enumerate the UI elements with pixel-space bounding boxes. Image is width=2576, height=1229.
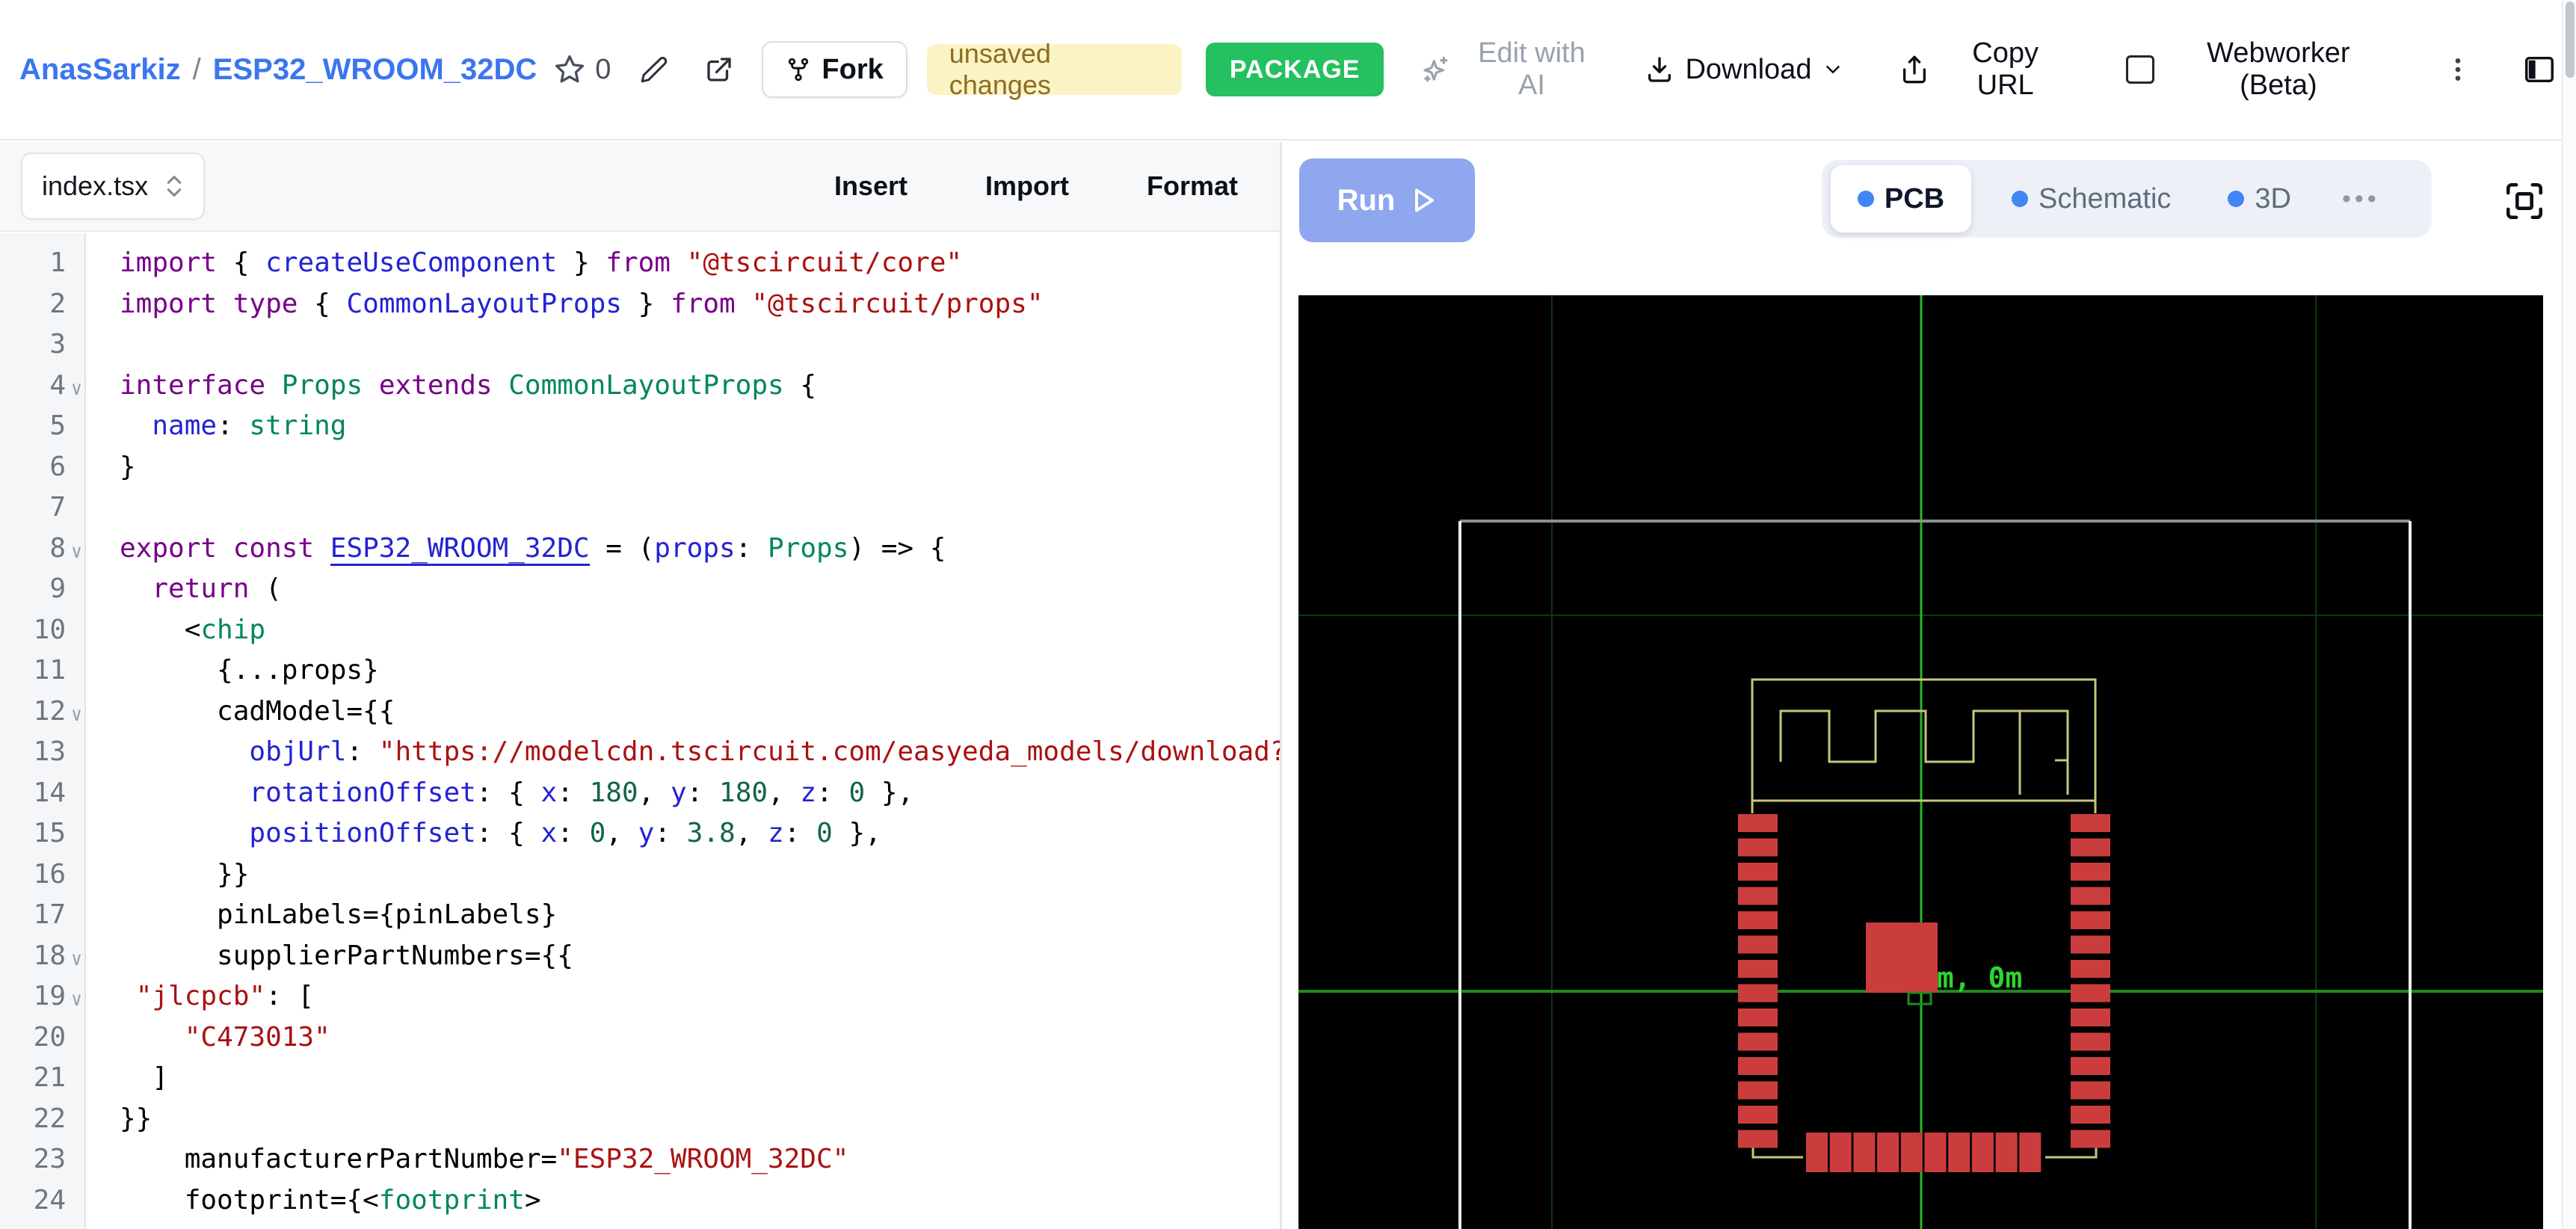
panel-layout-icon (2522, 52, 2557, 87)
star-count: 0 (595, 54, 611, 86)
code-line[interactable]: 12∨ cadModel={{ (0, 691, 1280, 733)
pcb-status-dot-icon (1858, 191, 1874, 207)
pencil-icon (639, 55, 669, 84)
fork-button-label: Fork (822, 54, 883, 86)
menu-insert[interactable]: Insert (830, 170, 912, 203)
editor-toolbar: index.tsx Insert Import Format (0, 142, 1280, 232)
copy-url-button[interactable]: Copy URL (1895, 37, 2074, 102)
edit-with-ai-label: Edit with AI (1461, 37, 1601, 102)
preview-panel: Run PCB Schematic 3D ••• (1282, 142, 2562, 1229)
more-tabs-button[interactable]: ••• (2338, 184, 2385, 215)
share-icon (1899, 55, 1929, 84)
play-icon (1410, 185, 1437, 215)
breadcrumb-package-link[interactable]: ESP32_WROOM_32DC (213, 53, 537, 86)
star-group[interactable]: 0 (553, 53, 611, 86)
code-lines[interactable]: 1import { createUseComponent } from "@ts… (0, 243, 1280, 1229)
tab-schematic-label: Schematic (2039, 183, 2171, 215)
sparkles-icon (1420, 54, 1451, 85)
tscircuit-editor-app: AnasSarkiz / ESP32_WROOM_32DC 0 (0, 0, 2576, 1229)
tab-schematic[interactable]: Schematic (2007, 182, 2175, 216)
schematic-status-dot-icon (2012, 191, 2028, 207)
3d-status-dot-icon (2228, 191, 2244, 207)
run-button[interactable]: Run (1299, 158, 1475, 242)
kebab-menu-icon (2443, 55, 2473, 84)
app-header: AnasSarkiz / ESP32_WROOM_32DC 0 (0, 0, 2576, 141)
download-label: Download (1685, 54, 1811, 86)
external-link-icon (703, 54, 735, 85)
code-line[interactable]: 3 (0, 324, 1280, 366)
fold-toggle-icon[interactable]: ∨ (66, 691, 87, 733)
code-line[interactable]: 6} (0, 447, 1280, 488)
code-line[interactable]: 20 "C473013" (0, 1017, 1280, 1059)
focus-frame-icon (2503, 179, 2546, 223)
tab-3d[interactable]: 3D (2223, 182, 2296, 216)
file-select[interactable]: index.tsx (21, 153, 205, 220)
code-line[interactable]: 24 footprint={<footprint> (0, 1180, 1280, 1222)
fork-icon (786, 57, 811, 82)
code-line[interactable]: 11 {...props} (0, 650, 1280, 691)
page-scrollbar-thumb[interactable] (2566, 1, 2575, 78)
code-line[interactable]: 25 {props.name && <silkscreentext> (0, 1221, 1280, 1229)
fit-view-button[interactable] (2503, 179, 2546, 223)
more-options-button[interactable] (2443, 55, 2473, 84)
file-select-value: index.tsx (42, 170, 148, 202)
tab-pcb[interactable]: PCB (1831, 165, 1971, 232)
code-line[interactable]: 4∨interface Props extends CommonLayoutPr… (0, 366, 1280, 407)
code-line[interactable]: 8∨export const ESP32_WROOM_32DC = (props… (0, 529, 1280, 570)
fold-toggle-icon[interactable]: ∨ (66, 529, 87, 570)
chevron-down-icon (1822, 58, 1844, 81)
editor-menu: Insert Import Format (830, 170, 1242, 203)
page-scrollbar[interactable] (2562, 0, 2576, 1229)
code-line[interactable]: 7 (0, 487, 1280, 529)
view-tabs: PCB Schematic 3D ••• (1822, 160, 2432, 238)
fold-toggle-icon[interactable]: ∨ (66, 366, 87, 407)
webworker-checkbox[interactable] (2126, 55, 2154, 84)
chevron-updown-icon (164, 173, 184, 199)
menu-format[interactable]: Format (1142, 170, 1242, 203)
package-type-badge: PACKAGE (1206, 43, 1384, 96)
run-button-label: Run (1337, 184, 1396, 218)
code-line[interactable]: 10 <chip (0, 610, 1280, 651)
breadcrumb-separator: / (193, 53, 201, 86)
copy-url-label: Copy URL (1940, 37, 2070, 102)
code-line[interactable]: 13 objUrl: "https://modelcdn.tscircuit.c… (0, 732, 1280, 773)
edit-with-ai-button[interactable]: Edit with AI (1420, 37, 1601, 102)
fork-button[interactable]: Fork (762, 41, 907, 98)
code-editor[interactable]: 1import { createUseComponent } from "@ts… (0, 233, 1280, 1229)
code-line[interactable]: 19∨ "jlcpcb": [ (0, 976, 1280, 1017)
code-line[interactable]: 18∨ supplierPartNumbers={{ (0, 936, 1280, 977)
code-line[interactable]: 16 }} (0, 854, 1280, 896)
download-icon (1645, 55, 1674, 84)
pcb-canvas[interactable]: 0m, 0m (1298, 295, 2543, 1229)
fold-toggle-icon[interactable]: ∨ (66, 936, 87, 977)
toggle-panel-button[interactable] (2522, 52, 2557, 87)
code-line[interactable]: 22}} (0, 1099, 1280, 1140)
webworker-toggle[interactable]: Webworker (Beta) (2121, 37, 2397, 102)
breadcrumb-owner-link[interactable]: AnasSarkiz (19, 53, 181, 86)
code-line[interactable]: 23 manufacturerPartNumber="ESP32_WROOM_3… (0, 1139, 1280, 1180)
breadcrumb: AnasSarkiz / ESP32_WROOM_32DC (19, 53, 537, 87)
code-line[interactable]: 2import type { CommonLayoutProps } from … (0, 284, 1280, 325)
menu-import[interactable]: Import (981, 170, 1073, 203)
star-icon[interactable] (553, 53, 586, 86)
code-line[interactable]: 15 positionOffset: { x: 0, y: 3.8, z: 0 … (0, 813, 1280, 854)
tab-pcb-label: PCB (1885, 183, 1944, 215)
code-line[interactable]: 1import { createUseComponent } from "@ts… (0, 243, 1280, 284)
code-line[interactable]: 21 ] (0, 1058, 1280, 1099)
download-button[interactable]: Download (1640, 53, 1849, 87)
unsaved-changes-badge: unsaved changes (927, 44, 1182, 95)
edit-title-button[interactable] (639, 55, 669, 84)
code-line[interactable]: 14 rotationOffset: { x: 180, y: 180, z: … (0, 773, 1280, 814)
code-line[interactable]: 17 pinLabels={pinLabels} (0, 895, 1280, 936)
fold-toggle-icon[interactable]: ∨ (66, 976, 87, 1017)
code-line[interactable]: 5 name: string (0, 406, 1280, 447)
tab-3d-label: 3D (2255, 183, 2291, 215)
webworker-label: Webworker (Beta) (2165, 37, 2392, 102)
open-link-button[interactable] (703, 54, 735, 85)
code-line[interactable]: 9 return ( (0, 569, 1280, 610)
